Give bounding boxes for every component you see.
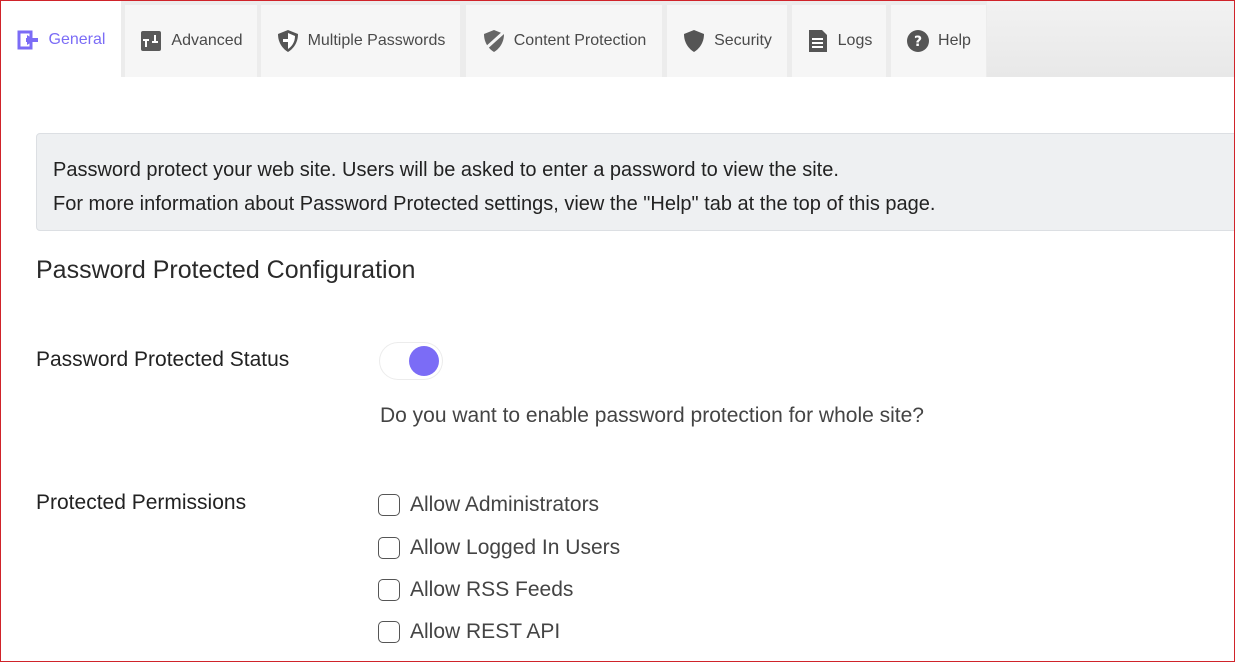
permission-allow-rss-feeds[interactable]: Allow RSS Feeds [378,578,573,602]
checkbox[interactable] [378,494,400,516]
tab-label: Multiple Passwords [307,32,446,49]
tab-logs[interactable]: Logs [792,5,886,77]
tab-label: Logs [837,32,873,49]
document-icon [806,29,830,53]
tab-bar: General Advanced Multiple Passwords Cont… [1,1,1234,78]
arrow-right-box-icon [17,28,41,52]
tab-label: Advanced [171,32,243,49]
tab-label: Help [938,32,971,49]
permissions-label: Protected Permissions [36,491,247,514]
tab-label: Security [714,32,772,49]
question-circle-icon: ? [906,29,930,53]
permission-allow-rest-api[interactable]: Allow REST API [378,620,560,644]
checkbox-label: Allow REST API [410,620,561,643]
tab-content-protection[interactable]: Content Protection [466,5,662,77]
section-title: Password Protected Configuration [36,256,416,284]
tab-advanced[interactable]: Advanced [125,5,257,77]
tab-label: Content Protection [513,32,647,49]
status-toggle[interactable] [379,342,443,380]
status-label: Password Protected Status [36,348,290,371]
checkbox-label: Allow RSS Feeds [410,578,574,601]
shield-half-icon [276,29,300,53]
tab-general[interactable]: General [1,1,121,78]
notice-line-1: Password protect your web site. Users wi… [53,159,839,181]
checkbox[interactable] [378,537,400,559]
tab-help[interactable]: ? Help [891,5,986,77]
shield-icon [682,29,706,53]
status-description: Do you want to enable password protectio… [380,404,924,427]
checkbox-label: Allow Administrators [410,493,600,516]
shield-slash-icon [482,29,506,53]
tab-label: General [48,30,106,48]
notice-line-2: For more information about Password Prot… [53,193,936,215]
svg-text:?: ? [914,34,922,50]
settings-page: General Advanced Multiple Passwords Cont… [0,0,1235,662]
tab-bar-filler [987,1,1234,77]
tab-multiple-passwords[interactable]: Multiple Passwords [261,5,460,77]
checkbox-label: Allow Logged In Users [410,536,621,559]
checkbox[interactable] [378,621,400,643]
tab-security[interactable]: Security [667,5,787,77]
permission-allow-logged-in-users[interactable]: Allow Logged In Users [378,536,620,560]
toggle-knob [409,346,439,376]
advanced-sliders-icon [139,29,163,53]
info-notice: Password protect your web site. Users wi… [36,133,1234,231]
permission-allow-administrators[interactable]: Allow Administrators [378,493,599,517]
checkbox[interactable] [378,579,400,601]
